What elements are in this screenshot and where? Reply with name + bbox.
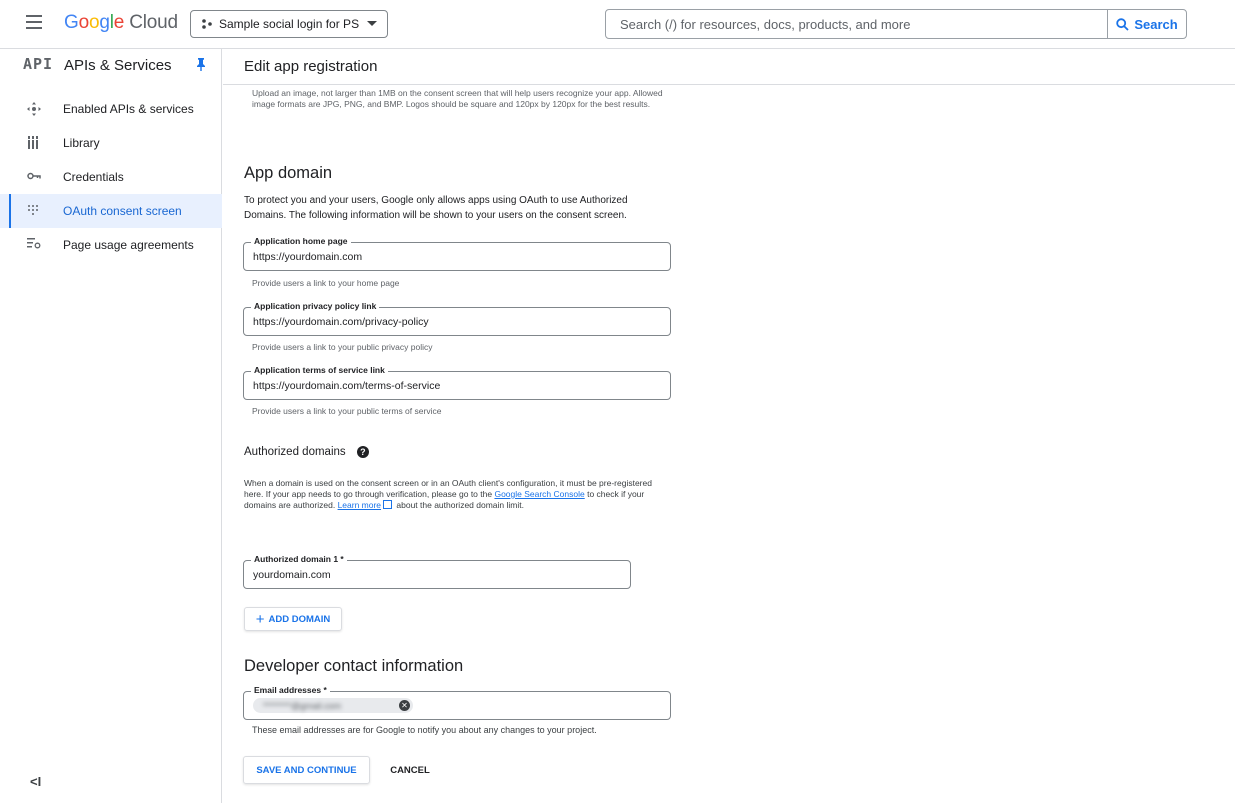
description-text: about the authorized domain limit. [394,500,524,510]
project-name: Sample social login for PS [219,17,360,31]
sidebar-item-page-usage[interactable]: Page usage agreements [0,228,222,262]
authorized-domains-heading: Authorized domains [244,446,346,459]
pin-icon[interactable] [196,58,206,76]
email-chip[interactable]: ********@gmail.com ✕ [253,698,413,713]
authorized-domain-field[interactable]: Authorized domain 1 * [243,554,631,589]
authorized-domains-heading-row: Authorized domains ? [244,446,369,458]
sidebar-item-oauth-consent[interactable]: OAuth consent screen [0,194,222,228]
project-icon [201,19,213,29]
privacy-policy-input[interactable] [244,308,670,335]
sidebar-item-label: Enabled APIs & services [63,102,194,116]
email-hint: These email addresses are for Google to … [252,725,597,735]
app-domain-heading: App domain [244,164,333,182]
sidebar-item-label: Credentials [63,170,124,184]
google-cloud-logo[interactable]: Google Cloud [64,12,178,34]
field-hint: Provide users a link to your public term… [252,406,442,416]
project-picker[interactable]: Sample social login for PS [190,10,388,38]
plus-icon: + [255,610,265,628]
collapse-sidebar-button[interactable]: <I [30,774,41,789]
email-addresses-field[interactable]: Email addresses * ********@gmail.com ✕ [243,685,671,720]
sidebar: API APIs & Services Enabled APIs & servi… [0,49,222,803]
api-logo: API [23,55,54,73]
email-chip-value: ********@gmail.com [263,700,342,711]
save-and-continue-button[interactable]: SAVE AND CONTINUE [243,756,370,784]
add-domain-label: ADD DOMAIN [268,613,331,625]
top-bar: Google Cloud Sample social login for PS … [0,0,1235,49]
logo-cloud-word: Cloud [124,12,178,33]
sidebar-item-label: OAuth consent screen [63,204,182,218]
cancel-button[interactable]: CANCEL [382,756,438,784]
sidebar-item-enabled-apis[interactable]: Enabled APIs & services [0,92,222,126]
add-domain-button[interactable]: + ADD DOMAIN [244,607,342,631]
sidebar-item-credentials[interactable]: Credentials [0,160,222,194]
help-icon[interactable]: ? [356,446,369,458]
logo-letter: o [78,12,90,33]
developer-contact-heading: Developer contact information [244,657,464,675]
logo-letter: G [64,12,79,33]
search-button[interactable]: Search [1107,10,1186,38]
logo-letter: o [88,12,100,33]
chevron-down-icon [367,21,377,26]
terms-of-service-field[interactable]: Application terms of service link [243,365,671,400]
home-page-input[interactable] [244,243,670,270]
search-icon [1116,17,1129,31]
google-search-console-link[interactable]: Google Search Console [494,489,584,499]
field-hint: Provide users a link to your home page [252,278,400,288]
logo-letter: g [99,12,110,33]
agreements-icon [27,238,43,252]
authorized-domains-description: When a domain is used on the consent scr… [244,478,669,511]
logo-letter: e [113,12,125,33]
home-page-field[interactable]: Application home page [243,236,671,271]
search-button-label: Search [1134,16,1178,32]
search-input[interactable] [606,10,1109,38]
sidebar-item-label: Library [63,136,100,150]
remove-chip-icon[interactable]: ✕ [399,700,410,711]
authorized-domain-input[interactable] [244,561,630,588]
search-bar: Search [605,9,1187,39]
consent-icon [27,204,43,218]
library-icon [27,136,43,150]
learn-more-link[interactable]: Learn more [338,500,381,510]
sidebar-item-label: Page usage agreements [63,238,194,252]
hamburger-menu-icon[interactable] [26,15,42,29]
page-title-bar: Edit app registration [223,49,1235,85]
field-hint: Provide users a link to your public priv… [252,342,433,352]
external-link-icon [383,500,393,509]
page-title: Edit app registration [244,58,378,75]
enabled-apis-icon [27,102,43,116]
sidebar-item-library[interactable]: Library [0,126,222,160]
app-domain-description: To protect you and your users, Google on… [244,195,628,221]
key-icon [27,170,43,184]
terms-of-service-input[interactable] [244,372,670,399]
logo-help-text: Upload an image, not larger than 1MB on … [252,88,663,109]
field-label: Email addresses * [251,685,330,695]
sidebar-header: API APIs & Services [0,49,222,84]
privacy-policy-field[interactable]: Application privacy policy link [243,301,671,336]
sidebar-title[interactable]: APIs & Services [64,57,172,74]
